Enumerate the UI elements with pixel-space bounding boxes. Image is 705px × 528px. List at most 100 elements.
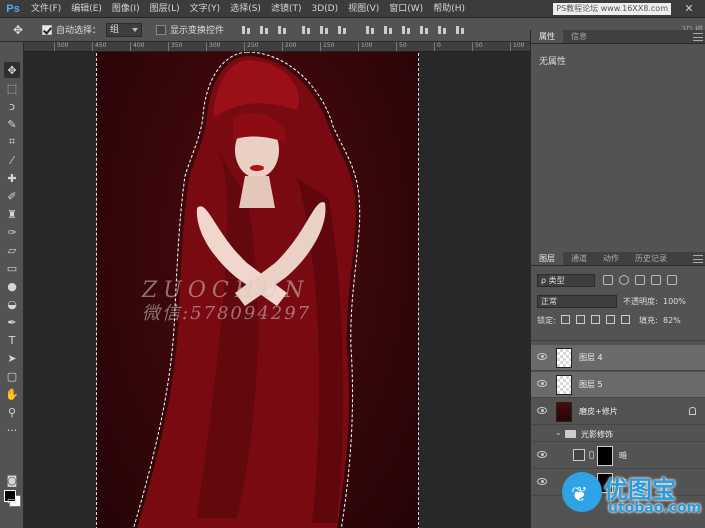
- eraser-tool-icon[interactable]: ▱: [4, 242, 20, 258]
- lock-image-icon[interactable]: [576, 315, 585, 324]
- menu-3d[interactable]: 3D(D): [306, 0, 343, 18]
- close-icon[interactable]: ✕: [677, 1, 701, 17]
- quick-select-tool-icon[interactable]: ✎: [4, 116, 20, 132]
- panel-menu-icon[interactable]: [693, 255, 703, 263]
- move-tool-preset-icon[interactable]: ✥: [0, 18, 36, 42]
- no-properties-text: 无属性: [539, 57, 567, 67]
- edit-toolbar-icon[interactable]: ···: [4, 422, 20, 438]
- lock-position-icon[interactable]: [591, 315, 600, 324]
- quick-mask-icon[interactable]: ◙: [4, 472, 20, 488]
- visibility-eye-icon[interactable]: [537, 380, 547, 387]
- marquee-tool-icon[interactable]: ⬚: [4, 80, 20, 96]
- pen-tool-icon[interactable]: ✒: [4, 314, 20, 330]
- tab-channels[interactable]: 通道: [563, 252, 595, 265]
- filter-pixel-icon[interactable]: [603, 275, 613, 285]
- lock-row: 锁定: 填充: 82%: [531, 311, 705, 331]
- chevron-down-icon[interactable]: ⌄: [555, 428, 562, 437]
- distribute-left-icon[interactable]: [418, 24, 431, 36]
- align-left-icon[interactable]: [300, 24, 313, 36]
- lock-transparent-icon[interactable]: [561, 315, 570, 324]
- tab-properties[interactable]: 属性: [531, 30, 563, 43]
- document-canvas[interactable]: ZUOCHUN 微信:578094297: [96, 52, 419, 528]
- clone-stamp-tool-icon[interactable]: ♜: [4, 206, 20, 222]
- filter-shape-icon[interactable]: [651, 275, 661, 285]
- menu-layer[interactable]: 图层(L): [145, 0, 185, 18]
- hand-tool-icon[interactable]: ✋: [4, 386, 20, 402]
- rectangle-tool-icon[interactable]: ▢: [4, 368, 20, 384]
- tab-actions[interactable]: 动作: [595, 252, 627, 265]
- history-brush-tool-icon[interactable]: ✑: [4, 224, 20, 240]
- group-row[interactable]: ⌄ 光影修饰: [531, 426, 705, 442]
- menu-select[interactable]: 选择(S): [225, 0, 266, 18]
- auto-select-checkbox[interactable]: [42, 24, 52, 35]
- menu-view[interactable]: 视图(V): [343, 0, 384, 18]
- type-tool-icon[interactable]: T: [4, 332, 20, 348]
- auto-select-dropdown[interactable]: 组: [106, 22, 143, 37]
- blend-mode-dropdown[interactable]: 正常: [537, 295, 617, 308]
- layer-row[interactable]: 磨皮+修片: [531, 399, 705, 425]
- opacity-value[interactable]: 100%: [663, 295, 686, 308]
- eyedropper-tool-icon[interactable]: ⁄: [4, 152, 20, 168]
- gradient-tool-icon[interactable]: ▭: [4, 260, 20, 276]
- layer-row[interactable]: 暗: [531, 443, 705, 469]
- visibility-eye-icon[interactable]: [537, 451, 547, 458]
- tab-info[interactable]: 信息: [563, 30, 595, 43]
- healing-brush-tool-icon[interactable]: ✚: [4, 170, 20, 186]
- menu-edit[interactable]: 编辑(E): [66, 0, 107, 18]
- layer-filter-row: ρ 类型: [531, 270, 705, 290]
- zoom-tool-icon[interactable]: ⚲: [4, 404, 20, 420]
- filter-type-icon[interactable]: [635, 275, 645, 285]
- menu-window[interactable]: 窗口(W): [384, 0, 428, 18]
- align-vcenter-icon[interactable]: [258, 24, 271, 36]
- link-icon[interactable]: [589, 451, 594, 459]
- lock-all-icon[interactable]: [621, 315, 630, 324]
- ruler-tick: 400: [130, 42, 144, 51]
- align-top-icon[interactable]: [240, 24, 253, 36]
- horizontal-ruler: 500 450 400 350 300 250 200 150 100 50 0…: [24, 42, 530, 52]
- visibility-eye-icon[interactable]: [537, 478, 547, 485]
- menu-type[interactable]: 文字(Y): [185, 0, 226, 18]
- layer-filter-dropdown[interactable]: ρ 类型: [537, 274, 595, 287]
- layer-thumbnail: [556, 402, 572, 422]
- blur-tool-icon[interactable]: ●: [4, 278, 20, 294]
- tab-layers[interactable]: 图层: [531, 252, 563, 265]
- show-transform-checkbox[interactable]: [156, 24, 167, 35]
- distribute-bottom-icon[interactable]: [400, 24, 413, 36]
- move-tool-icon[interactable]: ✥: [4, 62, 20, 78]
- visibility-eye-icon[interactable]: [537, 407, 547, 414]
- distribute-vcenter-icon[interactable]: [382, 24, 395, 36]
- ruler-tick: 250: [244, 42, 258, 51]
- screen-mode-icon[interactable]: ▭: [4, 492, 20, 508]
- distribute-top-icon[interactable]: [364, 24, 377, 36]
- distribute-hcenter-icon[interactable]: [436, 24, 449, 36]
- ruler-tick: 300: [206, 42, 220, 51]
- canvas-area[interactable]: ZUOCHUN 微信:578094297: [24, 52, 530, 528]
- panel-menu-icon[interactable]: [693, 33, 703, 41]
- distribute-right-icon[interactable]: [454, 24, 467, 36]
- filter-smart-object-icon[interactable]: [667, 275, 677, 285]
- brush-tool-icon[interactable]: ✐: [4, 188, 20, 204]
- visibility-eye-icon[interactable]: [537, 353, 547, 360]
- path-select-tool-icon[interactable]: ➤: [4, 350, 20, 366]
- lasso-tool-icon[interactable]: ↄ: [4, 98, 20, 114]
- folder-icon: [565, 430, 576, 438]
- layer-thumbnail: [556, 348, 572, 368]
- align-hcenter-icon[interactable]: [318, 24, 331, 36]
- menu-image[interactable]: 图像(I): [107, 0, 145, 18]
- crop-tool-icon[interactable]: ⌗: [4, 134, 20, 150]
- dodge-tool-icon[interactable]: ◒: [4, 296, 20, 312]
- menu-file[interactable]: 文件(F): [26, 0, 66, 18]
- layer-row[interactable]: 图层 5: [531, 372, 705, 398]
- menu-help[interactable]: 帮助(H): [428, 0, 470, 18]
- menu-filter[interactable]: 滤镜(T): [266, 0, 307, 18]
- filter-adjustment-icon[interactable]: [619, 275, 629, 285]
- lock-artboard-icon[interactable]: [606, 315, 615, 324]
- tab-history[interactable]: 历史记录: [627, 252, 675, 265]
- auto-select-label: 自动选择：: [56, 26, 102, 36]
- mask-thumbnail[interactable]: [597, 446, 613, 466]
- fill-value[interactable]: 82%: [663, 314, 681, 327]
- align-right-icon[interactable]: [336, 24, 349, 36]
- site-watermark: PS教程论坛 www.16XX8.com: [553, 3, 671, 15]
- align-bottom-icon[interactable]: [276, 24, 289, 36]
- layer-row[interactable]: 图层 4: [531, 345, 705, 371]
